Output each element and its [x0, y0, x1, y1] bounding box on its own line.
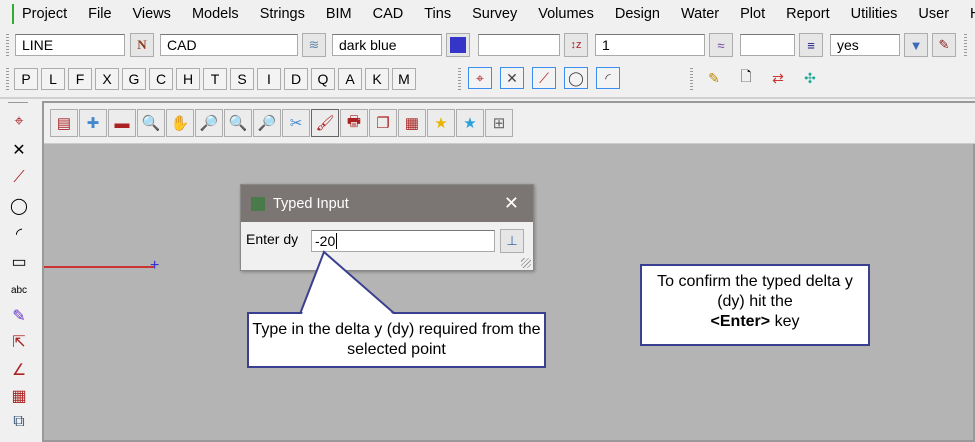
- callout-pointer-cover: [302, 255, 393, 314]
- confirm-callout: To confirm the typed delta y (dy) hit th…: [640, 264, 870, 346]
- enter-key-text: <Enter>: [710, 313, 771, 330]
- confirm-text-end: key: [770, 313, 800, 330]
- confirm-text: To confirm the typed delta y (dy) hit th…: [657, 273, 853, 310]
